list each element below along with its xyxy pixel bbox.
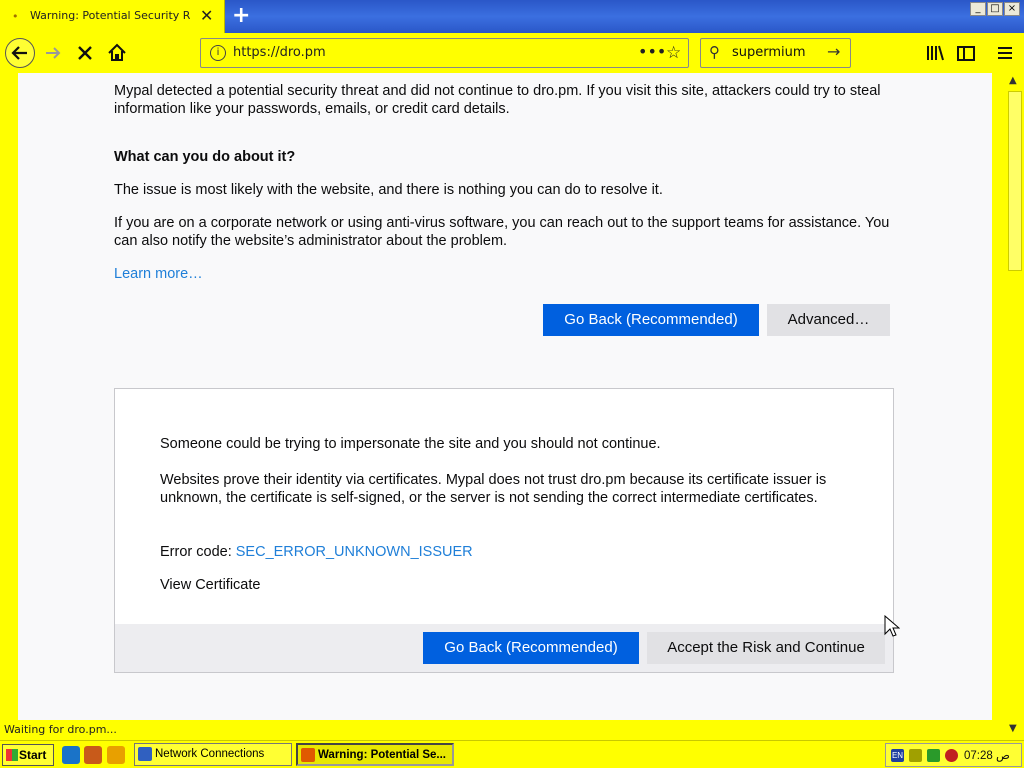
- impersonate-warning-text: Someone could be trying to impersonate t…: [160, 436, 661, 452]
- search-bar[interactable]: ⚲ supermium →: [700, 38, 851, 68]
- loading-indicator-icon: •: [12, 10, 19, 23]
- corporate-network-text: If you are on a corporate network or usi…: [114, 215, 890, 249]
- taskbar: Start Network Connections Warning: Poten…: [0, 740, 1024, 768]
- stop-button[interactable]: [72, 40, 98, 66]
- navigation-toolbar: i https://dro.pm ••• ☆ ⚲ supermium →: [0, 33, 1024, 73]
- sidebar-icon: [957, 46, 975, 61]
- menu-button[interactable]: [992, 40, 1018, 66]
- error-code-label: Error code:: [160, 544, 236, 560]
- minimize-button[interactable]: _: [970, 2, 986, 16]
- browser-task[interactable]: Warning: Potential Se...: [296, 743, 454, 766]
- status-text: Waiting for dro.pm...: [0, 720, 240, 740]
- error-code-link[interactable]: SEC_ERROR_UNKNOWN_ISSUER: [236, 544, 473, 560]
- certificate-explanation-text: Websites prove their identity via certif…: [160, 472, 827, 506]
- network-connections-task[interactable]: Network Connections: [134, 743, 292, 766]
- browser-task-label: Warning: Potential Se...: [318, 749, 446, 761]
- close-tab-icon[interactable]: ✕: [200, 6, 213, 25]
- sidebar-button[interactable]: [953, 40, 979, 66]
- start-button[interactable]: Start: [2, 744, 54, 766]
- windows-logo-icon: [6, 749, 18, 761]
- desktop-quicklaunch-icon[interactable]: [84, 746, 102, 764]
- hamburger-menu-icon: [998, 47, 1012, 59]
- network-task-label: Network Connections: [155, 748, 265, 760]
- library-icon: [927, 45, 944, 61]
- tab-bar: • Warning: Potential Security Risk A ✕ +…: [0, 0, 1024, 33]
- site-info-icon[interactable]: i: [210, 45, 226, 61]
- scroll-up-icon[interactable]: ▲: [1009, 75, 1017, 86]
- home-button[interactable]: [104, 40, 130, 66]
- intro-text: Mypal detected a potential security thre…: [114, 83, 881, 117]
- url-bar[interactable]: i https://dro.pm ••• ☆: [200, 38, 689, 68]
- url-text[interactable]: https://dro.pm: [233, 45, 326, 60]
- accept-risk-button[interactable]: Accept the Risk and Continue: [647, 632, 885, 664]
- forward-arrow-icon: [46, 47, 61, 59]
- scrollbar-thumb[interactable]: [1008, 91, 1022, 271]
- advanced-button[interactable]: Advanced…: [767, 304, 890, 336]
- advanced-go-back-button[interactable]: Go Back (Recommended): [423, 632, 639, 664]
- network-icon: [138, 747, 152, 761]
- keys-tray-icon[interactable]: [909, 749, 922, 762]
- mouse-cursor-icon: [884, 615, 900, 637]
- stop-icon: [78, 46, 92, 60]
- tab-title: Warning: Potential Security Risk A: [30, 9, 190, 22]
- new-tab-button[interactable]: +: [232, 3, 250, 28]
- maximize-button[interactable]: □: [987, 2, 1003, 16]
- search-input[interactable]: supermium: [732, 45, 806, 60]
- page-content: Mypal detected a potential security thre…: [18, 73, 992, 720]
- issue-text: The issue is most likely with the websit…: [114, 182, 663, 198]
- close-window-button[interactable]: ×: [1004, 2, 1020, 16]
- language-indicator[interactable]: EN: [891, 749, 904, 762]
- home-icon: [108, 43, 126, 61]
- page-actions-icon[interactable]: •••: [638, 42, 666, 61]
- vertical-scrollbar[interactable]: ▲ ▼: [1006, 73, 1024, 740]
- learn-more-link[interactable]: Learn more…: [114, 265, 203, 283]
- advanced-panel-footer: Go Back (Recommended) Accept the Risk an…: [115, 624, 893, 672]
- scroll-down-icon[interactable]: ▼: [1009, 723, 1017, 734]
- what-can-you-do-heading: What can you do about it?: [114, 149, 296, 165]
- browser-tab[interactable]: • Warning: Potential Security Risk A ✕: [0, 0, 225, 33]
- shield-tray-icon[interactable]: [945, 749, 958, 762]
- bookmark-star-icon[interactable]: ☆: [666, 43, 681, 63]
- search-go-icon[interactable]: →: [827, 42, 840, 61]
- library-button[interactable]: [922, 40, 948, 66]
- mypal-icon: [301, 748, 315, 762]
- back-arrow-icon: [11, 46, 27, 60]
- go-back-button[interactable]: Go Back (Recommended): [543, 304, 759, 336]
- ie-quicklaunch-icon[interactable]: [62, 746, 80, 764]
- search-icon: ⚲: [709, 43, 720, 61]
- start-label: Start: [19, 748, 47, 762]
- advanced-panel: Someone could be trying to impersonate t…: [114, 388, 894, 673]
- system-tray: EN 07:28 ص: [885, 743, 1022, 767]
- error-code-line: Error code: SEC_ERROR_UNKNOWN_ISSUER: [160, 543, 473, 561]
- media-quicklaunch-icon[interactable]: [107, 746, 125, 764]
- forward-button[interactable]: [40, 40, 66, 66]
- clock[interactable]: 07:28 ص: [964, 748, 1010, 762]
- status-bar: [240, 720, 1006, 740]
- network-tray-icon[interactable]: [927, 749, 940, 762]
- back-button[interactable]: [5, 38, 35, 68]
- view-certificate-link[interactable]: View Certificate: [160, 576, 260, 594]
